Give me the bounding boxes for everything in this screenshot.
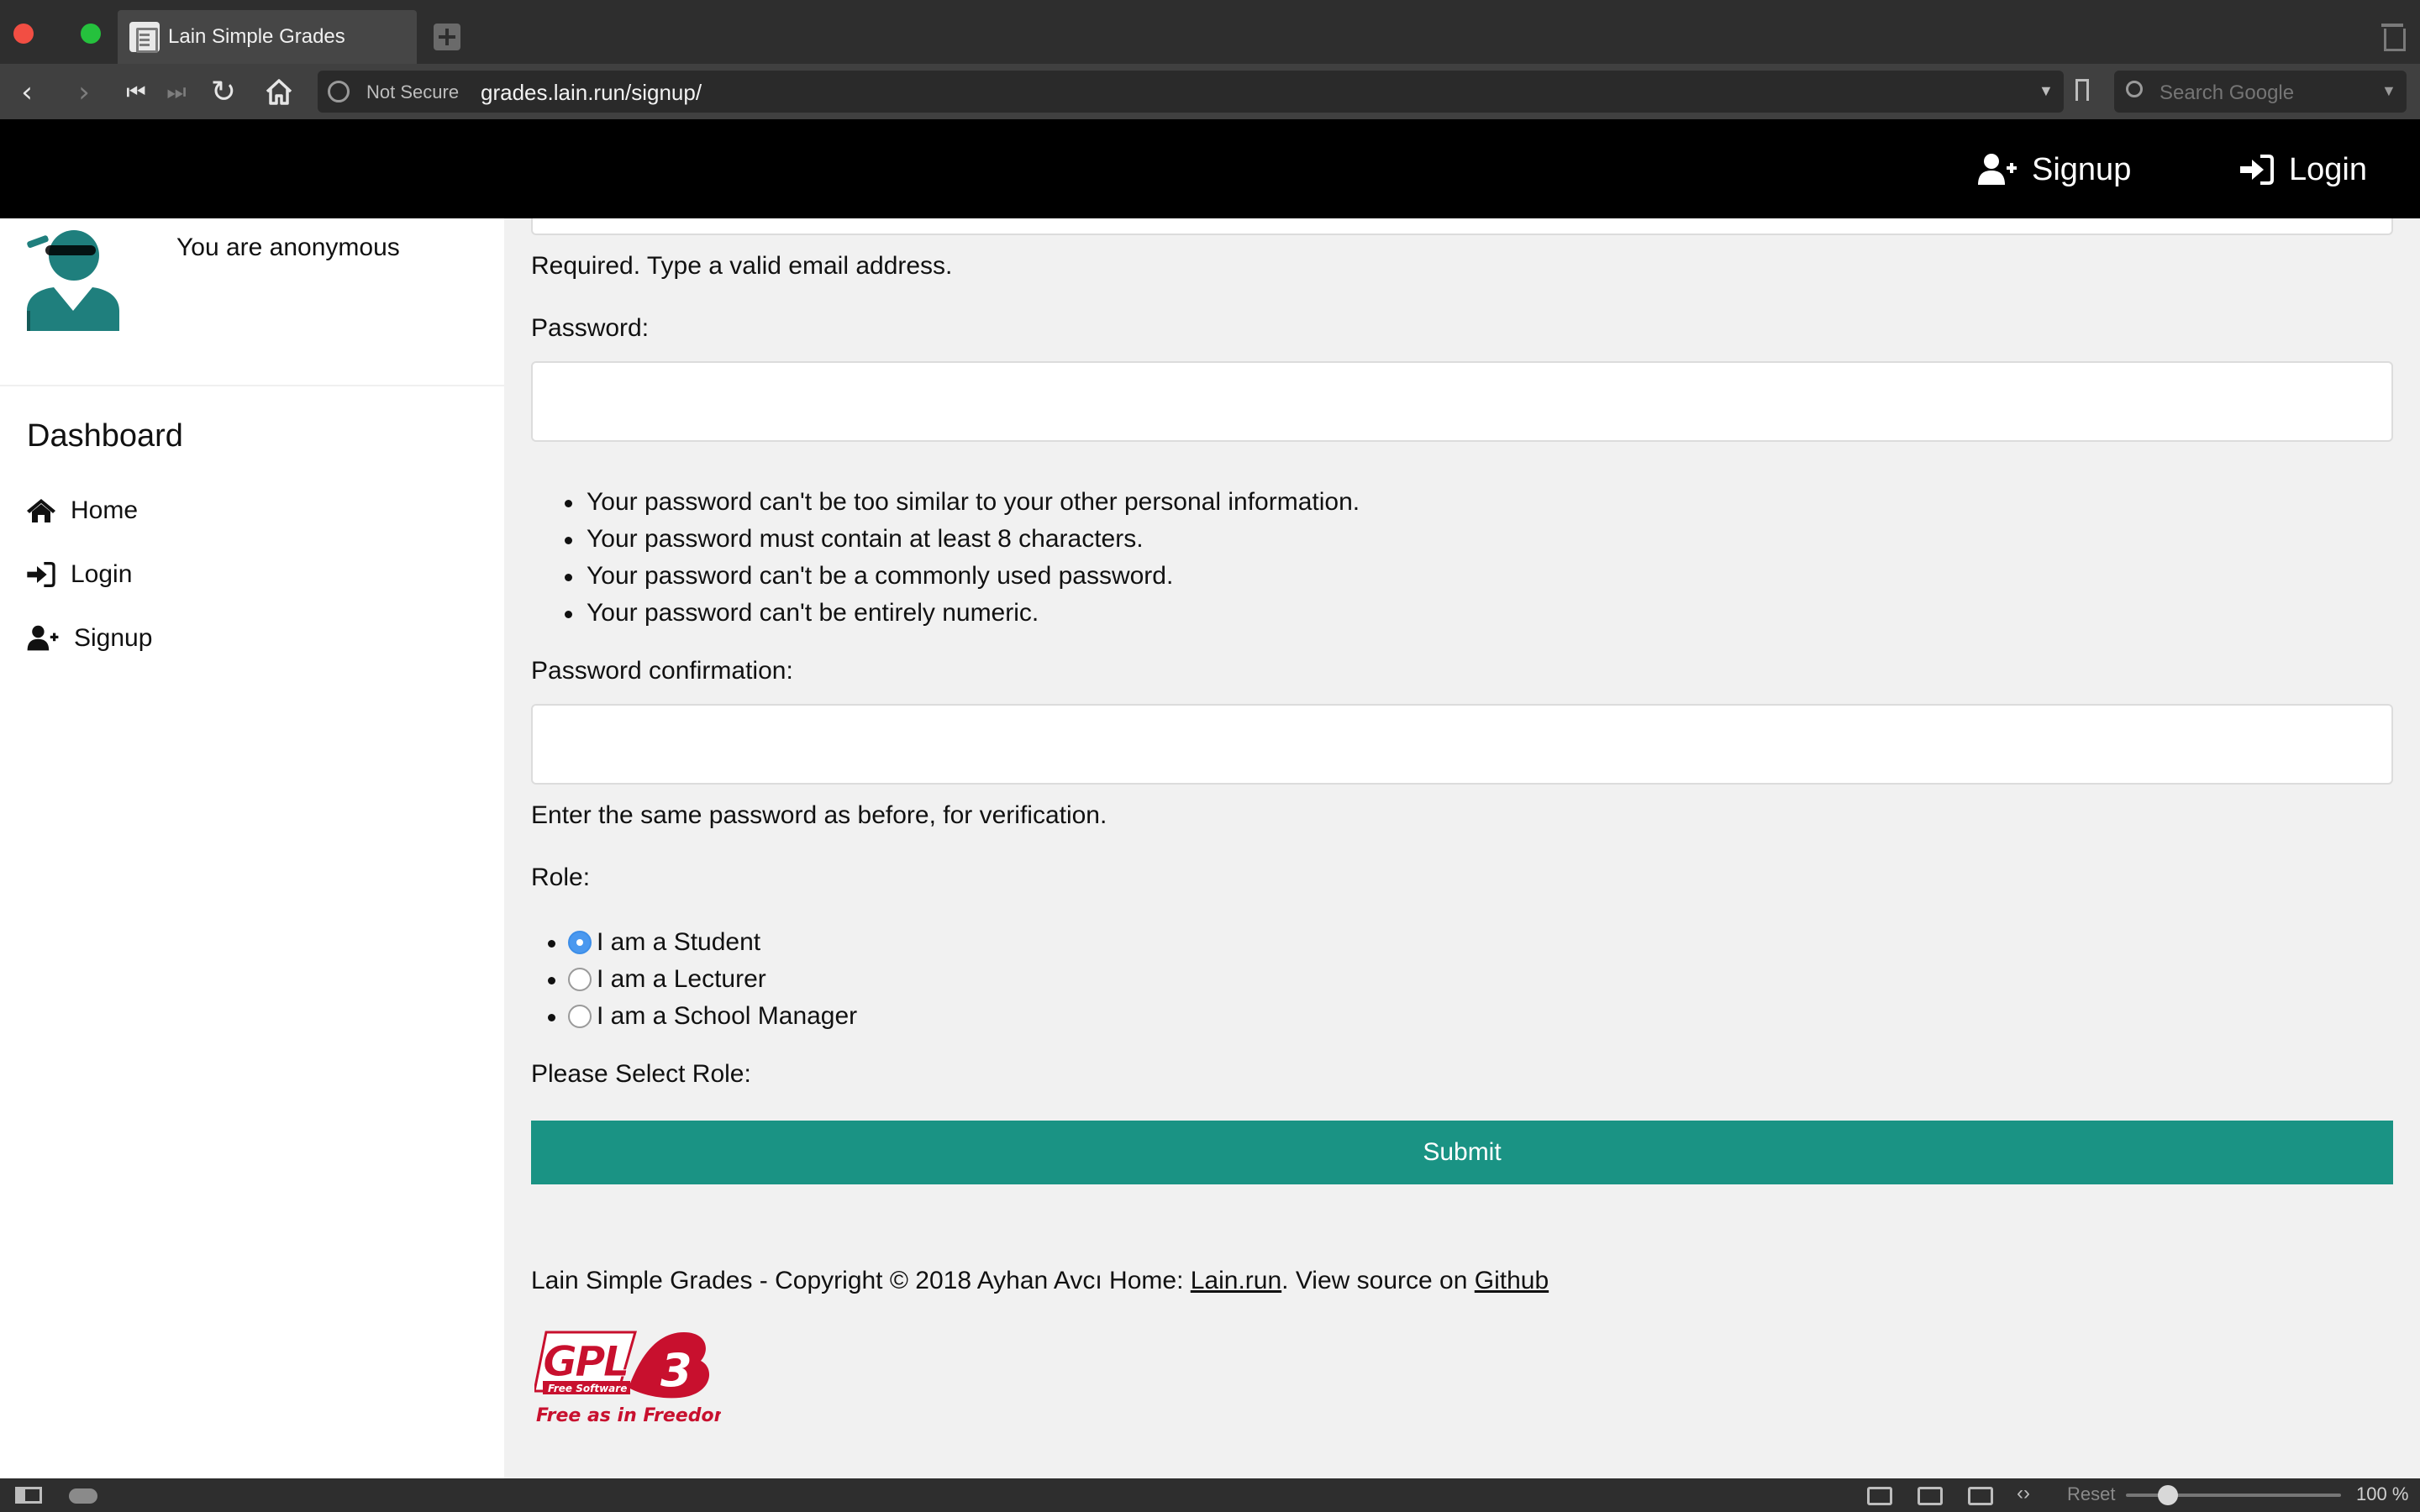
fast-forward-button[interactable]: ⏭ — [161, 77, 192, 108]
role-option-label: I am a Student — [597, 928, 761, 956]
password-confirmation-label: Password confirmation: — [531, 657, 793, 685]
github-link[interactable]: Github — [1475, 1267, 1549, 1294]
home-button[interactable] — [264, 77, 294, 108]
role-option-label: I am a Lecturer — [597, 965, 766, 993]
code-icon[interactable]: ‹› — [2017, 1482, 2030, 1505]
school-manager-radio[interactable] — [568, 1005, 592, 1028]
web-page: Signup Login You are anonymous Dashboard… — [0, 119, 2420, 1478]
back-button[interactable]: ‹ — [12, 77, 42, 108]
image-icon[interactable] — [1968, 1487, 1993, 1505]
zoom-level: 100 % — [2356, 1483, 2409, 1504]
student-radio[interactable] — [568, 931, 592, 954]
nav-login-label: Login — [2289, 151, 2367, 187]
sidebar-item-label: Login — [71, 560, 133, 588]
window-icon[interactable] — [1918, 1487, 1943, 1505]
list-item: Your password can't be a commonly used p… — [564, 558, 1360, 595]
close-window-button[interactable] — [13, 24, 34, 44]
url-dropdown-icon[interactable]: ▼ — [2039, 82, 2054, 100]
anonymous-user-avatar — [27, 230, 119, 331]
password-confirmation-input[interactable] — [531, 704, 2393, 785]
sign-in-icon — [2240, 155, 2274, 185]
security-indicator[interactable]: Not Secure — [366, 81, 459, 103]
bookmark-icon[interactable] — [2075, 79, 2089, 101]
clipboard-icon — [129, 22, 160, 53]
top-navbar: Signup Login — [0, 119, 2420, 218]
zoom-slider-handle[interactable] — [2158, 1485, 2178, 1505]
role-label: Role: — [531, 864, 591, 891]
sidebar-item-label: Signup — [74, 624, 153, 652]
reload-button[interactable]: ↻ — [208, 77, 239, 108]
user-status: You are anonymous — [176, 234, 400, 261]
dashboard-title: Dashboard — [27, 418, 183, 454]
home-icon — [27, 499, 55, 522]
forward-button[interactable]: › — [69, 77, 99, 108]
search-engine-dropdown-icon[interactable]: ▼ — [2381, 82, 2396, 100]
sidebar-item-login[interactable]: Login — [27, 556, 132, 593]
camera-icon[interactable] — [1867, 1487, 1892, 1505]
new-tab-button[interactable] — [434, 24, 460, 50]
zoom-window-button[interactable] — [81, 24, 101, 44]
footer-copyright: Lain Simple Grades - Copyright © 2018 Ay… — [531, 1267, 1191, 1294]
gplv3-logo[interactable]: GPL 3 Free Software Free as in Freedom — [534, 1326, 721, 1430]
password-label: Password: — [531, 314, 650, 342]
role-options: I am a Student I am a Lecturer I am a Sc… — [547, 924, 858, 1035]
list-item: Your password must contain at least 8 ch… — [564, 521, 1360, 558]
svg-text:3: 3 — [660, 1344, 692, 1397]
sidebar — [0, 218, 504, 1478]
panel-toggle-icon[interactable] — [15, 1487, 42, 1504]
nav-signup-link[interactable]: Signup — [1978, 148, 2131, 192]
url-text[interactable]: grades.lain.run/signup/ — [481, 80, 702, 106]
home-icon — [266, 79, 292, 105]
sidebar-item-signup[interactable]: Signup — [27, 620, 152, 657]
browser-tab[interactable]: Lain Simple Grades — [118, 10, 417, 64]
list-item: Your password can't be too similar to yo… — [564, 484, 1360, 521]
role-option-label: I am a School Manager — [597, 1002, 858, 1030]
svg-text:GPL: GPL — [543, 1337, 628, 1386]
address-bar: ‹ › ⏮ ⏭ ↻ Not Secure grades.lain.run/sig… — [0, 64, 2420, 119]
lecturer-radio[interactable] — [568, 968, 592, 991]
footer-text: Lain Simple Grades - Copyright © 2018 Ay… — [531, 1267, 1549, 1295]
password-rules-list: Your password can't be too similar to yo… — [564, 484, 1360, 632]
url-field[interactable]: Not Secure grades.lain.run/signup/ ▼ — [318, 71, 2089, 113]
home-link[interactable]: Lain.run — [1191, 1267, 1281, 1294]
select-role-label: Please Select Role: — [531, 1060, 751, 1088]
status-bar: ‹› Reset 100 % — [0, 1478, 2420, 1512]
search-icon — [2126, 81, 2143, 97]
password-input[interactable] — [531, 361, 2393, 442]
sidebar-item-home[interactable]: Home — [27, 492, 138, 529]
list-item: Your password can't be entirely numeric. — [564, 595, 1360, 632]
user-plus-icon — [27, 625, 59, 651]
user-plus-icon — [1978, 154, 2017, 185]
nav-login-link[interactable]: Login — [2240, 148, 2367, 192]
tab-title: Lain Simple Grades — [168, 25, 345, 48]
sync-cloud-icon[interactable] — [69, 1488, 97, 1504]
sidebar-item-label: Home — [71, 496, 139, 524]
gpl-slogan-text: Free as in Freedom — [536, 1405, 721, 1426]
nav-signup-label: Signup — [2032, 151, 2132, 187]
zoom-reset-button[interactable]: Reset — [2067, 1483, 2115, 1505]
password-confirmation-help: Enter the same password as before, for v… — [531, 801, 1107, 829]
role-option-lecturer[interactable]: I am a Lecturer — [547, 961, 857, 998]
trash-icon[interactable] — [2381, 22, 2406, 51]
sign-in-icon — [27, 562, 55, 587]
submit-button[interactable]: Submit — [531, 1121, 2393, 1184]
rewind-button[interactable]: ⏮ — [121, 77, 151, 108]
search-input[interactable] — [2160, 81, 2361, 105]
globe-icon — [328, 81, 350, 102]
browser-tab-bar: Lain Simple Grades — [0, 0, 2420, 64]
search-field[interactable]: ▼ — [2114, 71, 2407, 113]
sidebar-divider — [0, 385, 504, 386]
email-help-text: Required. Type a valid email address. — [531, 252, 953, 280]
footer-source-text: . View source on — [1281, 1267, 1475, 1294]
role-option-student[interactable]: I am a Student — [547, 924, 857, 961]
gpl-free-software-text: Free Software — [548, 1383, 627, 1394]
role-option-school-manager[interactable]: I am a School Manager — [547, 998, 858, 1035]
